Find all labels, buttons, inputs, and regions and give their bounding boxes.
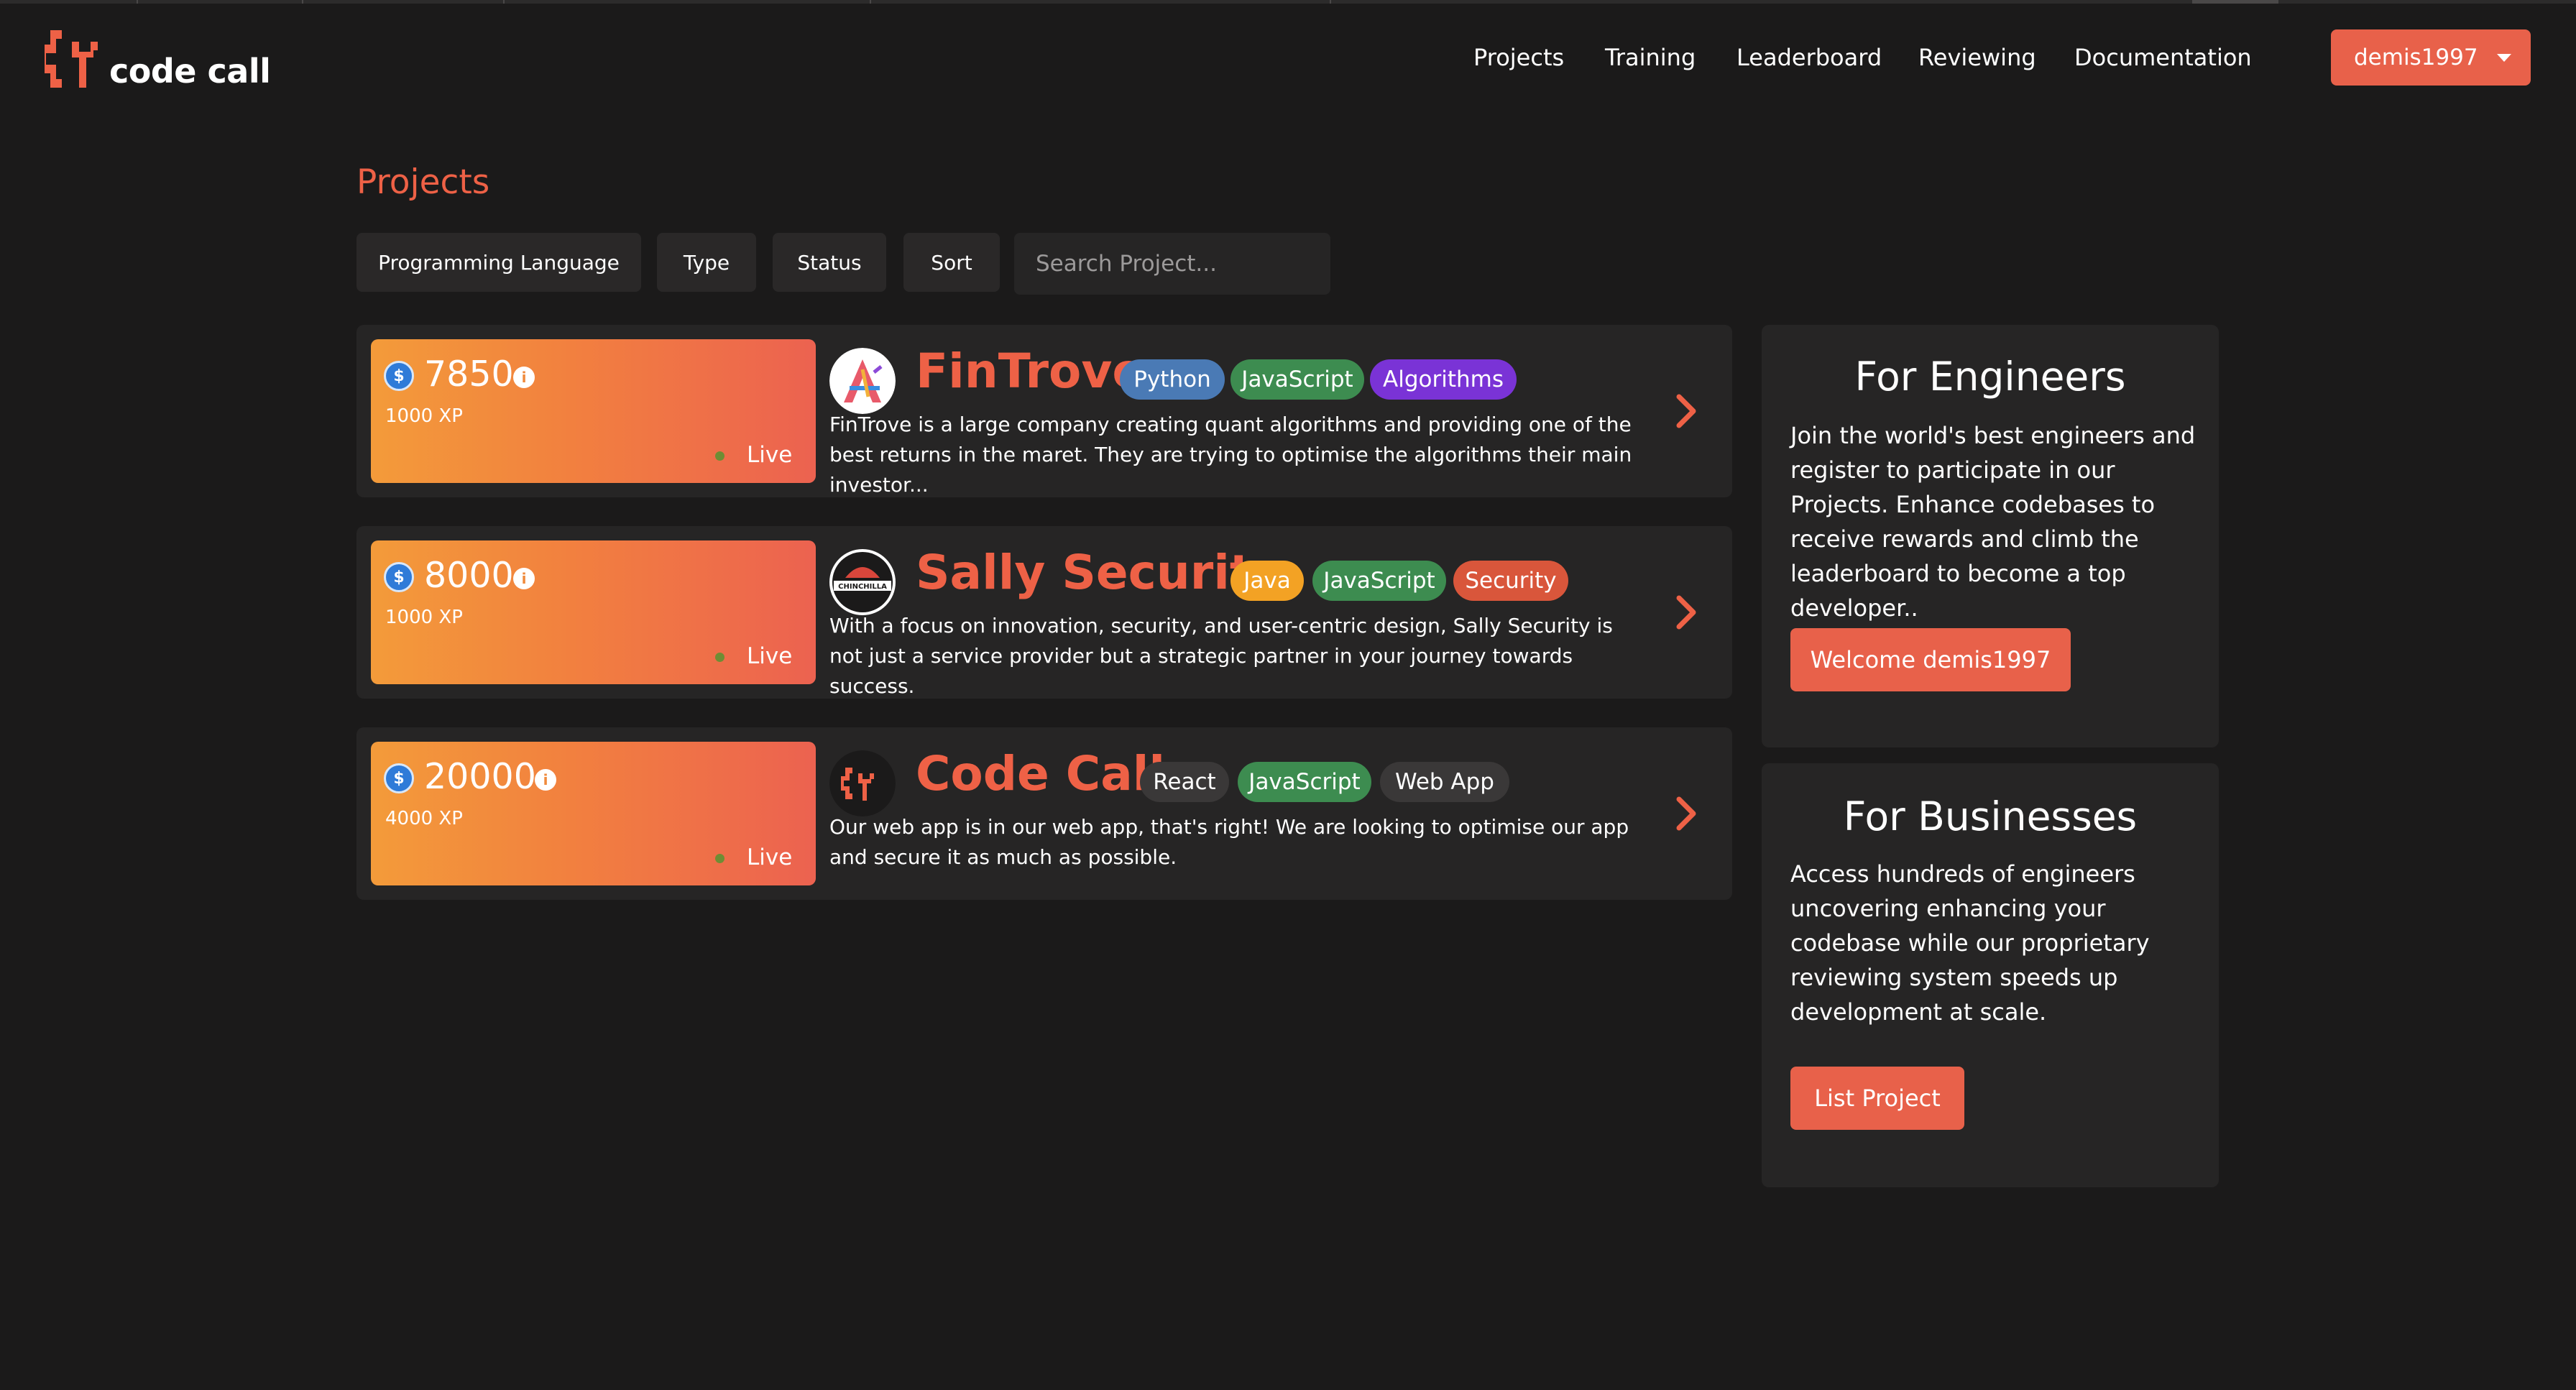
project-card-sally-security[interactable]: $ 8000 i 1000 XP Live CHINCHILLA Sally S… xyxy=(356,526,1732,699)
project-card-fintrove[interactable]: $ 7850 i 1000 XP Live FinTrove Python Ja… xyxy=(356,325,1732,497)
project-name: Code Call xyxy=(916,746,1165,801)
status-dot-icon xyxy=(715,653,724,662)
page-title: Projects xyxy=(356,162,490,202)
main-nav: Projects Training Leaderboard Reviewing … xyxy=(0,40,2576,75)
engineers-title: For Engineers xyxy=(1854,354,2126,400)
xp-amount: 1000 XP xyxy=(385,405,463,427)
list-project-button[interactable]: List Project xyxy=(1790,1067,1964,1130)
project-name: FinTrove xyxy=(916,344,1145,399)
project-name: Sally Security xyxy=(916,545,1284,600)
reward-amount: 20000 xyxy=(424,756,536,797)
welcome-button[interactable]: Welcome demis1997 xyxy=(1790,628,2071,691)
status-dot-icon xyxy=(715,451,724,461)
info-icon[interactable]: i xyxy=(535,769,556,791)
reward-amount: 7850 xyxy=(424,354,514,395)
filter-type[interactable]: Type xyxy=(657,233,756,292)
chinchilla-mark: CHINCHILLA xyxy=(832,552,893,612)
project-description: FinTrove is a large company creating qua… xyxy=(829,413,1632,497)
chevron-right-icon[interactable] xyxy=(1672,390,1701,433)
filter-status[interactable]: Status xyxy=(773,233,886,292)
info-icon[interactable]: i xyxy=(513,367,535,388)
nav-leaderboard[interactable]: Leaderboard xyxy=(1736,40,1882,75)
user-menu-button[interactable]: demis1997 xyxy=(2331,29,2531,86)
caret-down-icon xyxy=(2496,53,2511,62)
reward-amount: 8000 xyxy=(424,555,514,596)
engineers-text: Join the world's best engineers and regi… xyxy=(1790,422,2196,622)
chinchilla-logo-icon: CHINCHILLA xyxy=(829,549,896,615)
status-dot-icon xyxy=(715,854,724,863)
project-card-code-call[interactable]: $ 20000 i 4000 XP Live Code Call React J… xyxy=(356,727,1732,900)
info-icon[interactable]: i xyxy=(513,568,535,589)
businesses-text: Access hundreds of engineers uncovering … xyxy=(1790,860,2150,1026)
businesses-title: For Businesses xyxy=(1843,793,2138,839)
chevron-right-icon[interactable] xyxy=(1672,792,1701,835)
tag-javascript: JavaScript xyxy=(1312,561,1446,601)
fintrove-logo-icon xyxy=(829,348,896,414)
reward-panel: $ 20000 i 4000 XP Live xyxy=(371,742,816,885)
project-description: Our web app is in our web app, that's ri… xyxy=(829,815,1629,869)
code-call-logo-icon xyxy=(829,750,896,816)
tag-javascript: JavaScript xyxy=(1238,762,1371,802)
tag-security: Security xyxy=(1453,561,1568,601)
status-label: Live xyxy=(747,844,793,870)
page-loading-bar xyxy=(0,0,2576,4)
nav-reviewing[interactable]: Reviewing xyxy=(1918,40,2036,75)
search-input[interactable] xyxy=(1014,233,1330,295)
tag-python: Python xyxy=(1120,359,1225,400)
status-label: Live xyxy=(747,643,793,669)
xp-amount: 4000 XP xyxy=(385,808,463,829)
status-label: Live xyxy=(747,442,793,468)
logo-text: CHINCHILLA xyxy=(838,583,887,591)
nav-training[interactable]: Training xyxy=(1605,40,1696,75)
tag-algorithms: Algorithms xyxy=(1370,359,1517,400)
tag-web-app: Web App xyxy=(1380,762,1509,802)
xp-amount: 1000 XP xyxy=(385,607,463,628)
project-description: With a focus on innovation, security, an… xyxy=(829,614,1613,698)
nav-documentation[interactable]: Documentation xyxy=(2074,40,2252,75)
username-label: demis1997 xyxy=(2354,45,2478,70)
nav-projects[interactable]: Projects xyxy=(1473,40,1564,75)
dollar-coin-icon: $ xyxy=(384,562,414,592)
businesses-panel: For Businesses Access hundreds of engine… xyxy=(1762,763,2219,1187)
filter-sort[interactable]: Sort xyxy=(903,233,1000,292)
tag-react: React xyxy=(1140,762,1229,802)
filter-programming-language[interactable]: Programming Language xyxy=(356,233,641,292)
dollar-coin-icon: $ xyxy=(384,361,414,391)
engineers-panel: For Engineers Join the world's best engi… xyxy=(1762,325,2219,747)
tag-java: Java xyxy=(1230,561,1304,601)
reward-panel: $ 7850 i 1000 XP Live xyxy=(371,339,816,483)
dollar-coin-icon: $ xyxy=(384,763,414,793)
reward-panel: $ 8000 i 1000 XP Live xyxy=(371,540,816,684)
chevron-right-icon[interactable] xyxy=(1672,591,1701,634)
tag-javascript: JavaScript xyxy=(1230,359,1364,400)
